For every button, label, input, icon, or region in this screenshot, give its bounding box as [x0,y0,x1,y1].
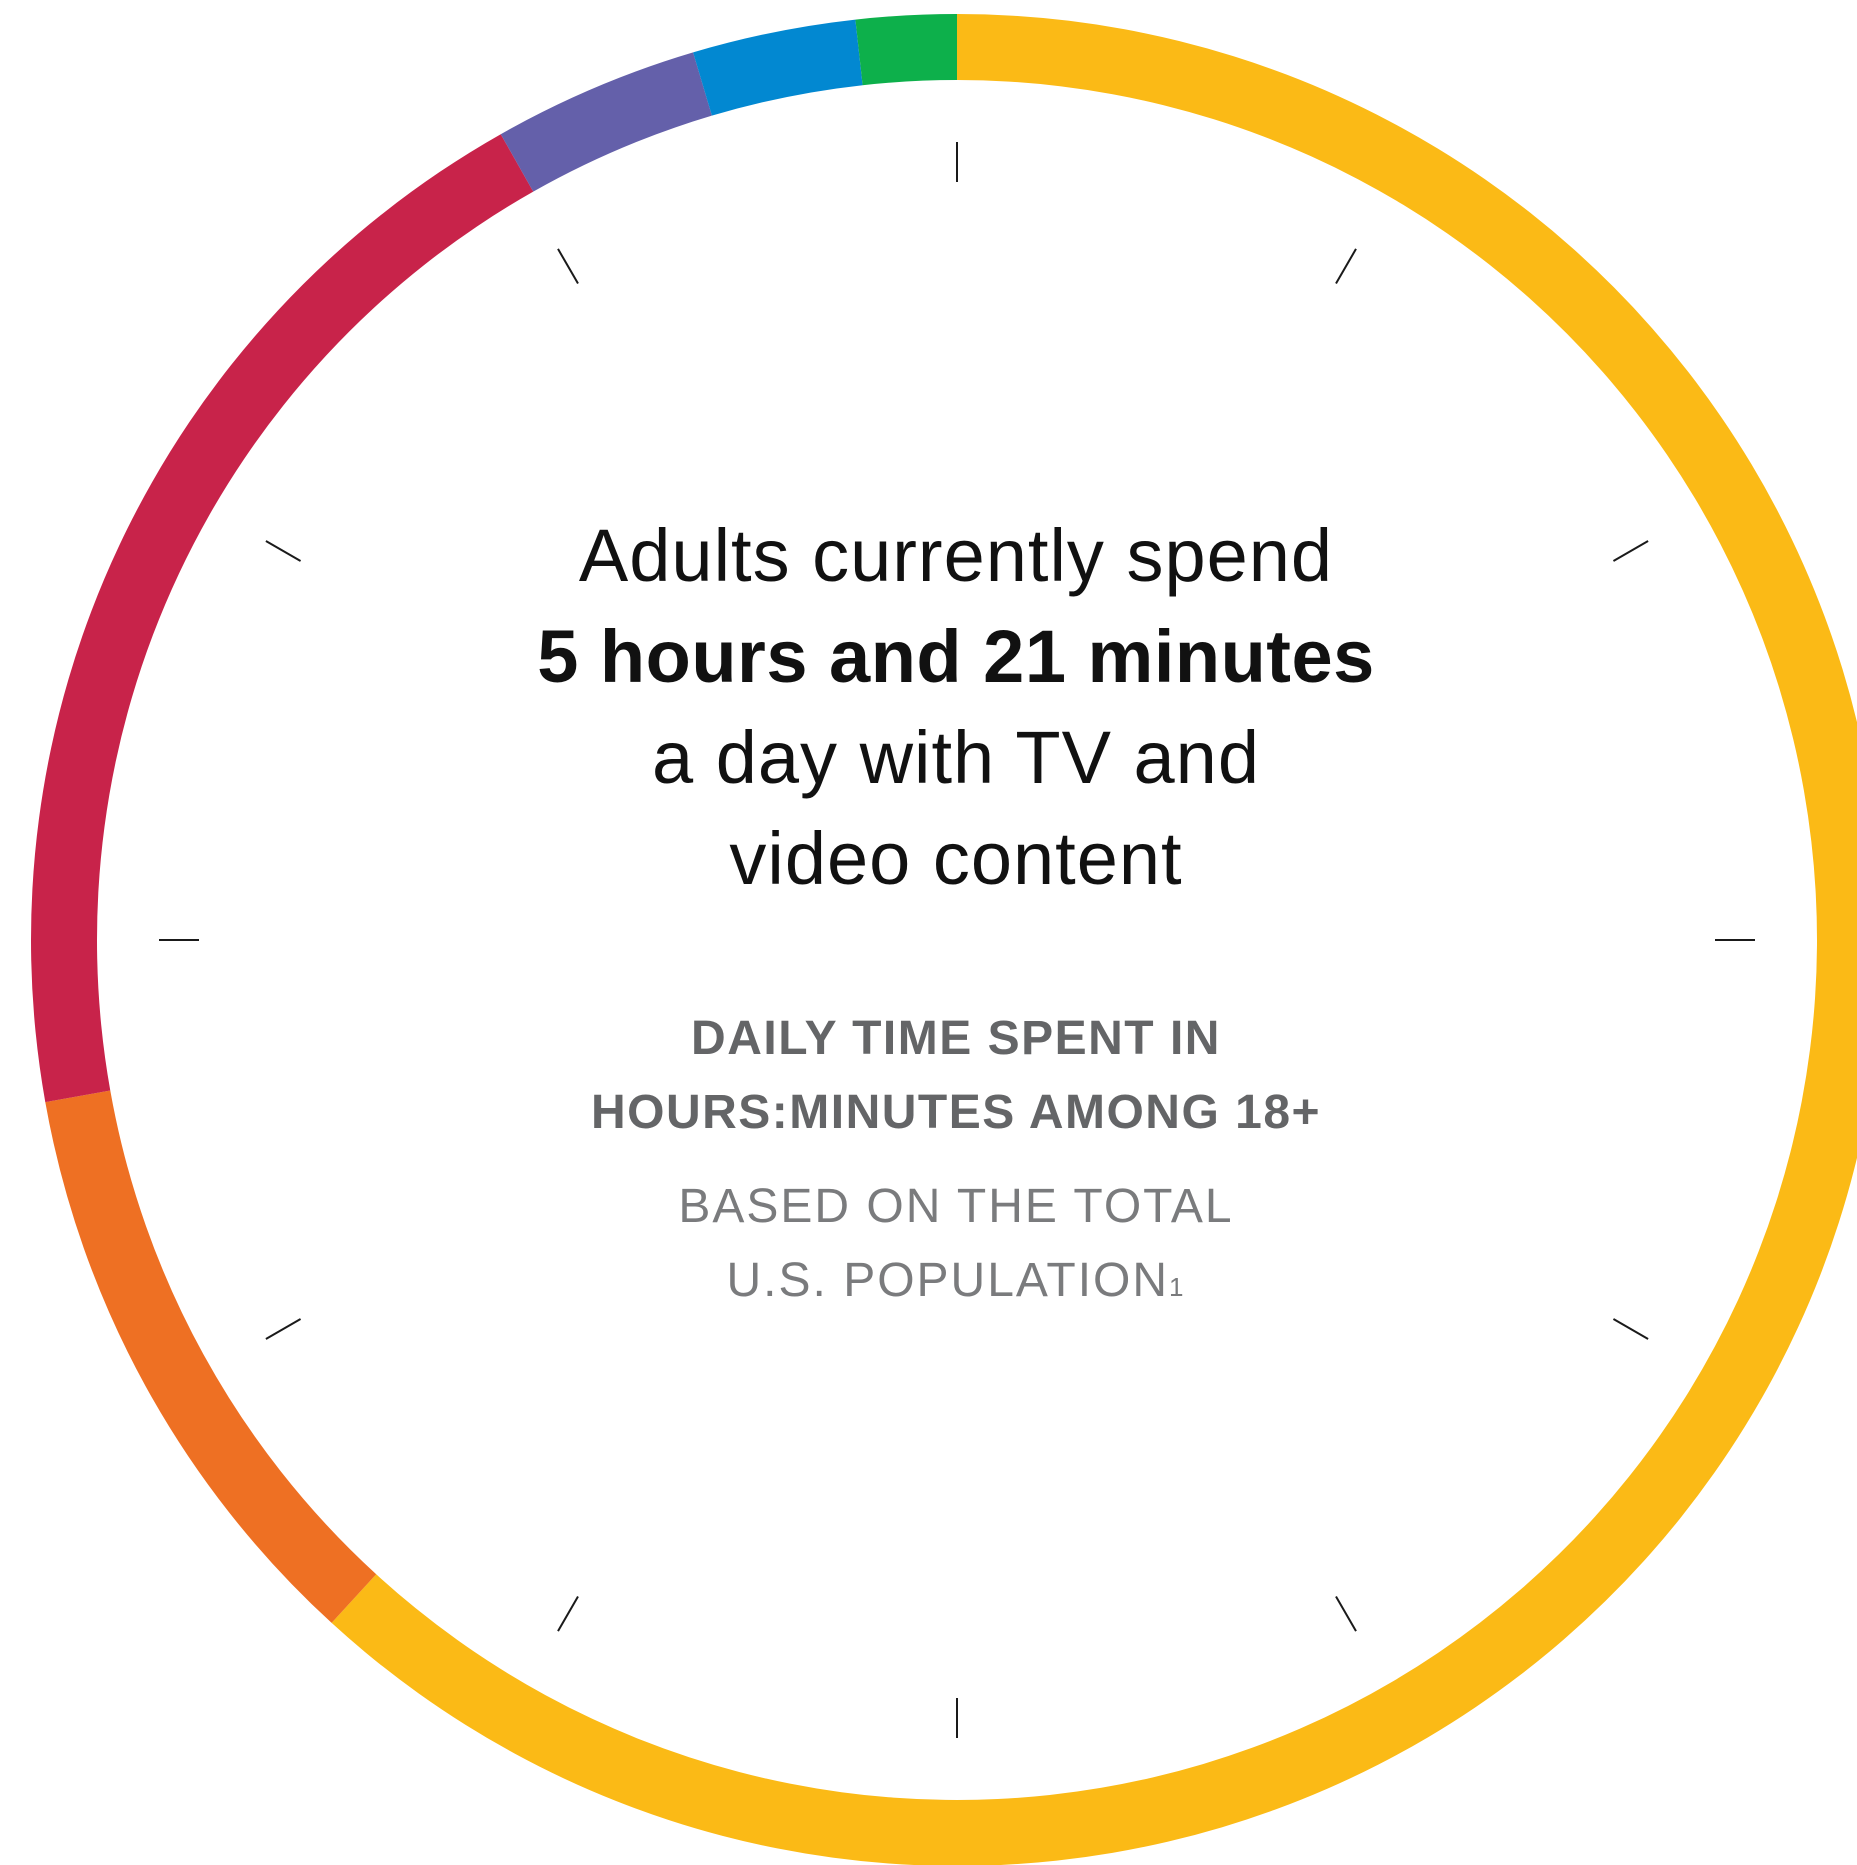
ring-segments [30,14,1857,1865]
ring-segment-1 [331,14,1857,1865]
headline-line-1: Adults currently spend [578,514,1334,597]
footnote-marker: 1 [1169,1272,1186,1302]
clock-tick-2 [1612,540,1649,562]
subtitle-line-1: DAILY TIME SPENT IN [691,1012,1221,1065]
headline-highlight: 5 hours and 21 minutes [537,615,1375,698]
clock-tick-1 [1335,248,1357,285]
note-line-1: BASED ON THE TOTAL [678,1180,1234,1233]
ring-segment-6 [855,14,957,86]
ring-segment-4 [500,52,712,192]
ring-segment-5 [693,19,863,116]
headline-line-3: a day with TV and [652,716,1260,799]
clock-tick-4 [1612,1318,1649,1340]
clock-tick-11 [557,248,579,285]
clock-tick-10 [265,540,302,562]
note-line-2: U.S. POPULATION1 [356,1244,1556,1318]
clock-ticks [159,142,1755,1738]
clock-tick-7 [557,1595,579,1632]
clock-tick-8 [265,1318,302,1340]
population-note: BASED ON THE TOTAL U.S. POPULATION1 [356,1170,1556,1318]
daily-time-ring-chart [30,14,1857,1865]
clock-tick-5 [1335,1595,1357,1632]
subtitle-line-2: HOURS:MINUTES AMONG 18+ [590,1086,1322,1139]
chart-subtitle: DAILY TIME SPENT IN HOURS:MINUTES AMONG … [356,1002,1556,1150]
note-line-2-text: U.S. POPULATION [726,1254,1170,1307]
headline-line-4: video content [729,817,1183,900]
ring-segment-2 [45,1090,377,1623]
headline: Adults currently spend 5 hours and 21 mi… [356,505,1556,909]
